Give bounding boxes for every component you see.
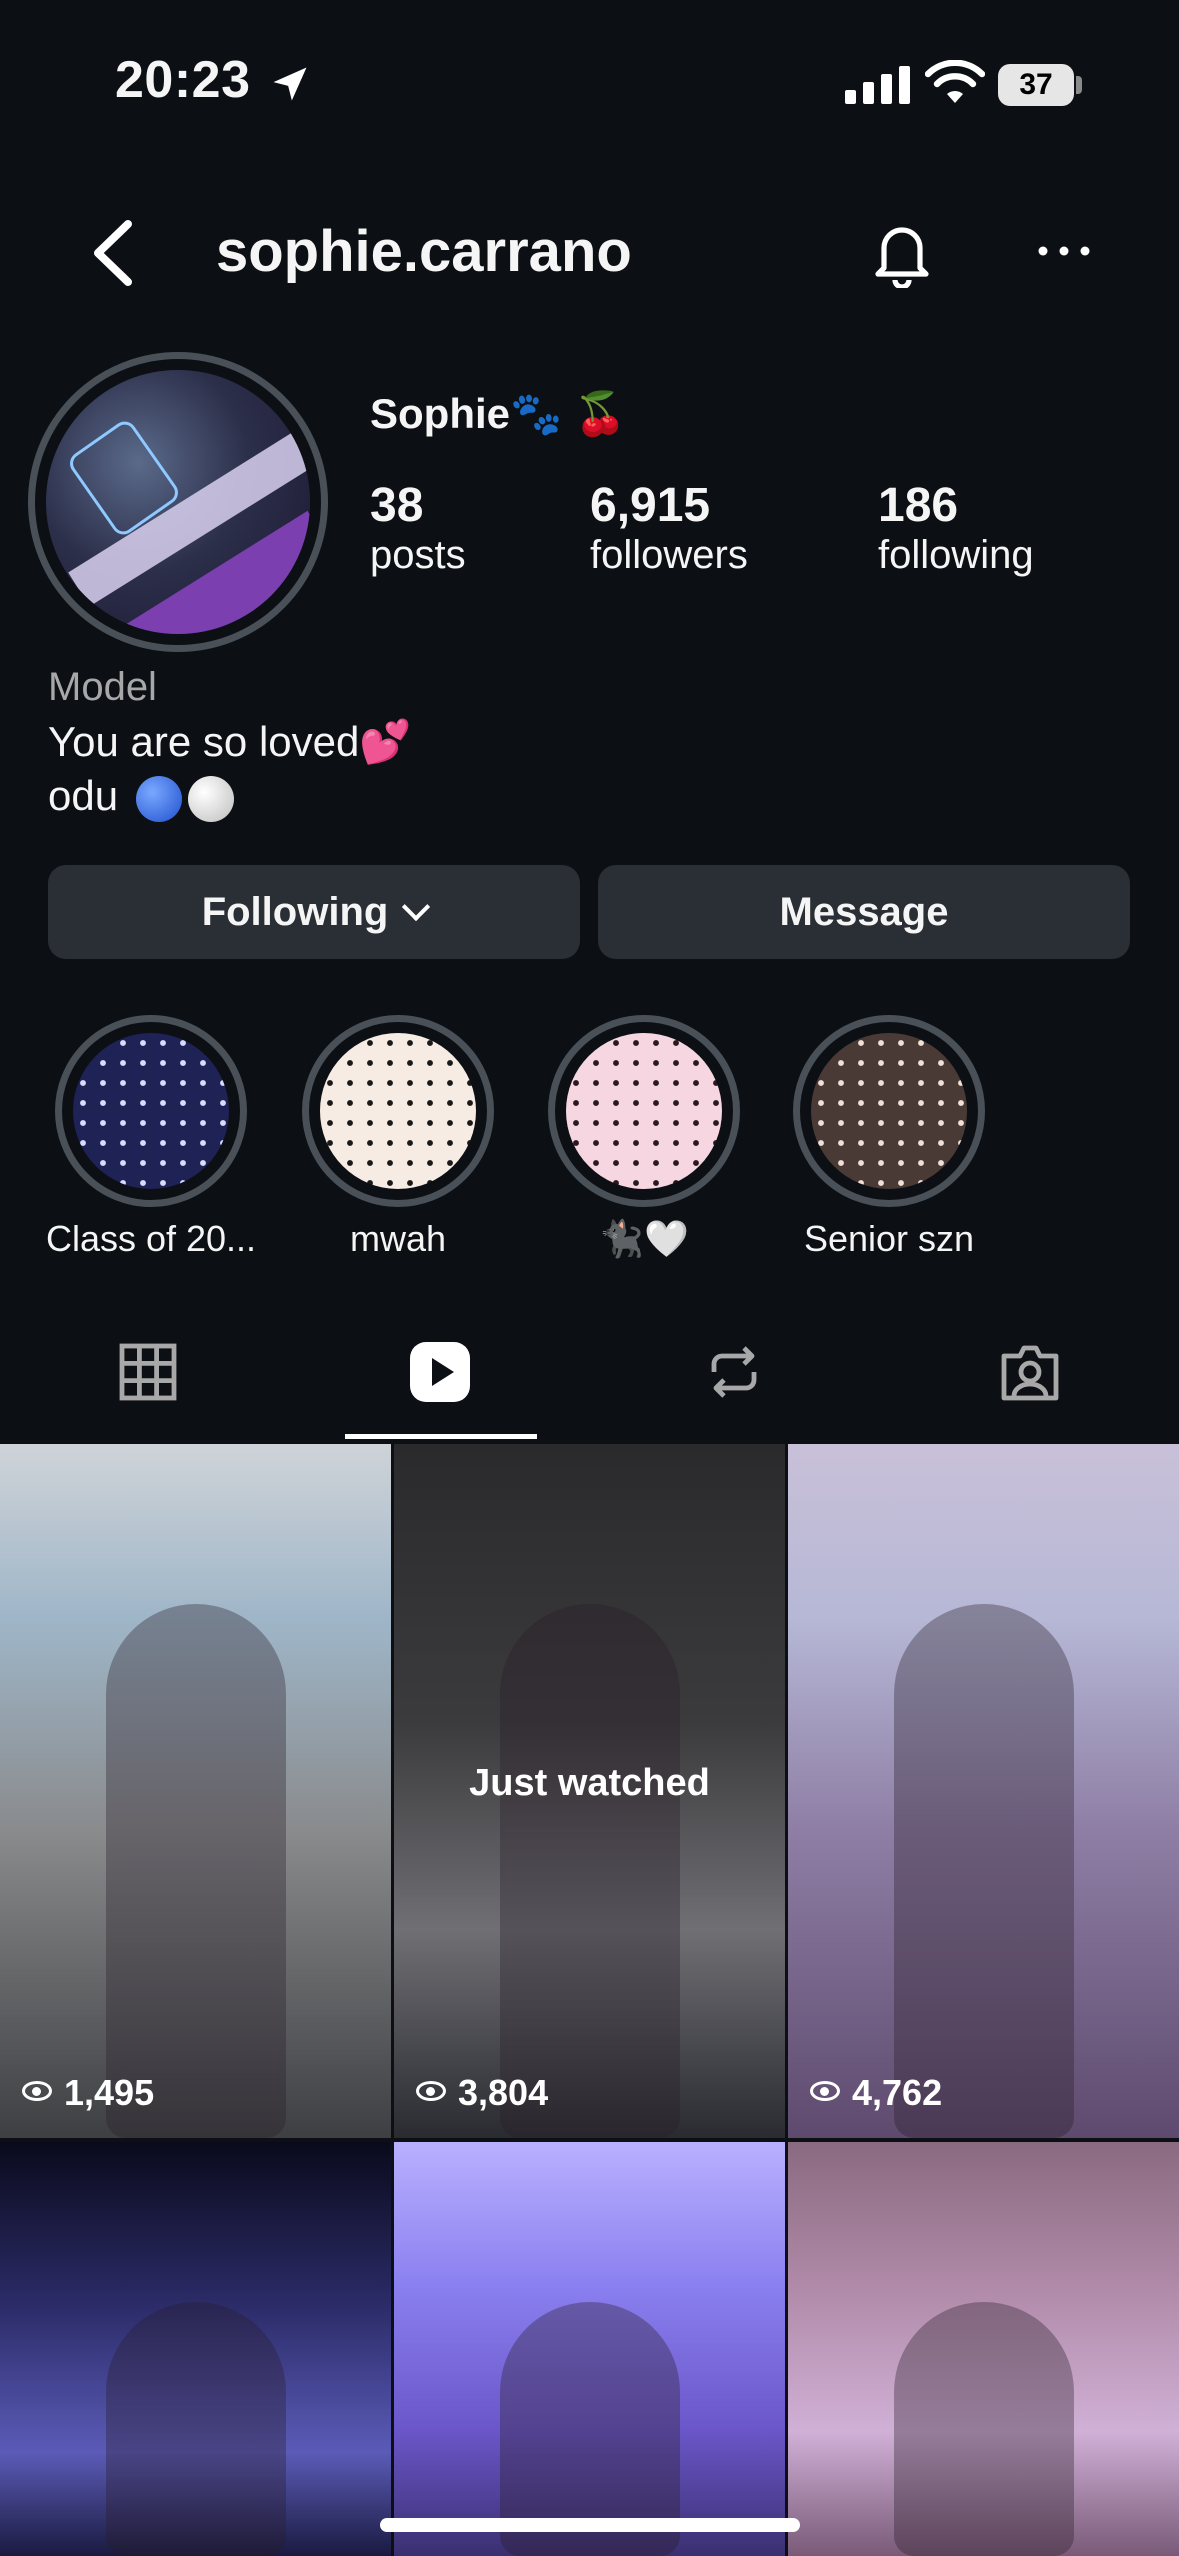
highlight-label: Class of 20... [45,1218,257,1259]
active-tab-indicator [345,1434,537,1439]
message-button-label: Message [779,890,949,934]
person-silhouette [893,2302,1074,2556]
person-silhouette [105,2302,286,2556]
highlight-label: 🐈‍⬛🤍 [599,1218,689,1259]
reel-thumbnail[interactable] [394,2142,785,2556]
person-silhouette [499,1604,680,2138]
home-indicator[interactable] [380,2518,800,2532]
view-count: 4,762 [810,2072,942,2114]
posts-count: 38 [370,479,424,532]
highlight-cover[interactable] [566,1033,722,1189]
reel-thumbnail[interactable] [788,2142,1179,2556]
bio-line: odu [48,772,234,822]
following-label: following [878,533,1034,577]
reel-thumbnail[interactable]: 1,495 [0,1444,391,2138]
following-button[interactable]: Following [48,865,580,959]
back-icon[interactable] [88,218,138,288]
tagged-icon[interactable] [998,1340,1062,1404]
more-options-icon[interactable] [1035,240,1093,262]
grid-icon[interactable] [116,1340,180,1404]
highlight-cover[interactable] [811,1033,967,1189]
highlight-label: mwah [349,1218,447,1259]
reel-thumbnail[interactable]: Just watched 3,804 [394,1444,785,2138]
person-silhouette [893,1604,1074,2138]
location-arrow-icon [273,67,307,101]
person-silhouette [105,1604,286,2138]
followers-label: followers [590,533,748,577]
posts-label: posts [370,533,466,577]
highlight-cover[interactable] [320,1033,476,1189]
reel-thumbnail[interactable]: 4,762 [788,1444,1179,2138]
bio-line: You are so loved💕 [48,718,412,765]
bio-text: odu [48,772,119,819]
blue-circle-emoji [135,775,182,822]
followers-stat[interactable]: 6,915 followers [590,478,748,578]
just-watched-label: Just watched [469,1762,710,1804]
view-count-value: 4,762 [852,2072,943,2113]
view-count-value: 1,495 [64,2072,155,2113]
following-button-label: Following [201,890,389,934]
battery-indicator: 37 [998,64,1074,106]
eye-icon [22,2081,52,2101]
white-circle-emoji [187,775,234,822]
bio-category: Model [48,665,157,709]
avatar[interactable] [46,370,310,634]
profile-username: sophie.carrano [216,219,632,284]
reposts-icon[interactable] [702,1340,766,1404]
view-count-value: 3,804 [458,2072,549,2113]
view-count: 3,804 [416,2072,548,2114]
following-stat[interactable]: 186 following [878,478,1034,578]
message-button[interactable]: Message [598,865,1130,959]
notifications-bell-icon[interactable] [866,216,938,288]
highlight-label: Senior szn [803,1218,975,1259]
cellular-signal-icon [845,66,917,104]
battery-tip [1076,76,1082,94]
reel-thumbnail[interactable] [0,2142,391,2556]
highlight-cover[interactable] [73,1033,229,1189]
eye-icon [416,2081,446,2101]
view-count: 1,495 [22,2072,154,2114]
followers-count: 6,915 [590,479,711,532]
display-name: Sophie🐾 🍒 [370,390,627,437]
chevron-down-icon [402,892,431,922]
reels-icon[interactable] [408,1340,472,1404]
status-time: 20:23 [115,51,251,109]
eye-icon [810,2081,840,2101]
wifi-icon [925,60,985,103]
posts-stat[interactable]: 38 posts [370,478,466,578]
following-count: 186 [878,479,959,532]
